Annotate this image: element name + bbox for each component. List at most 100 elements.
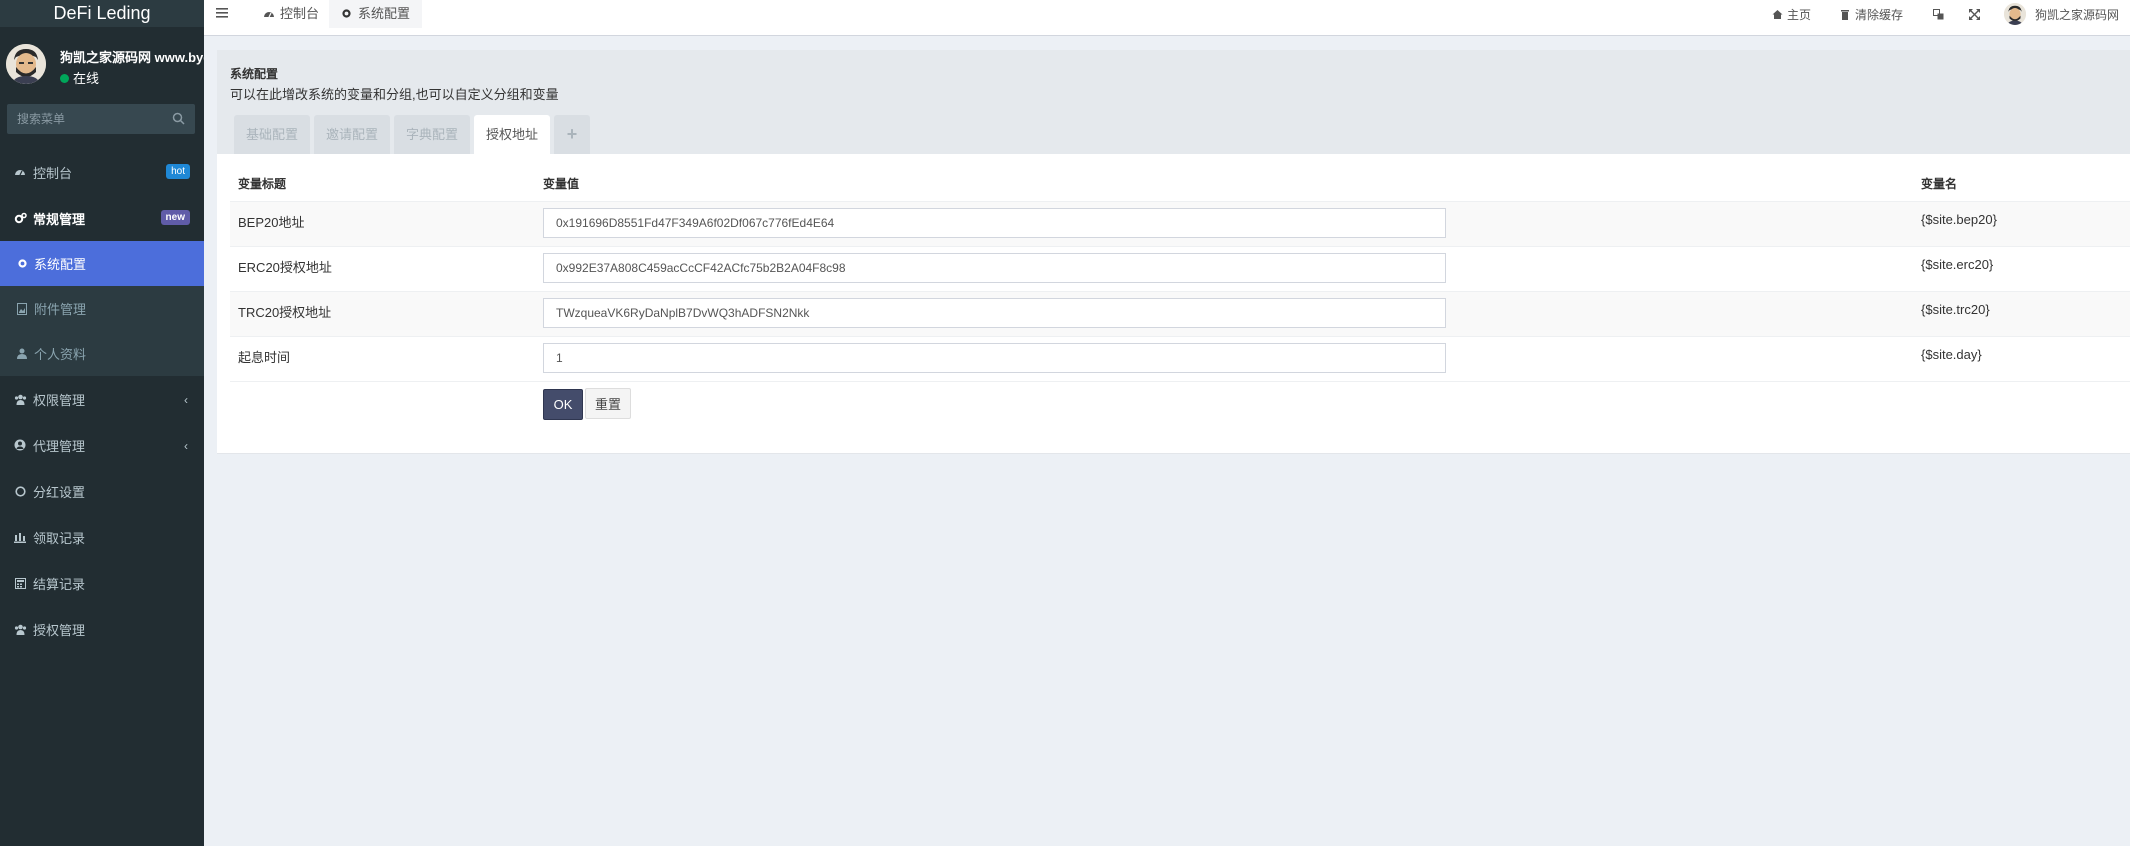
home-link[interactable]: 主页 bbox=[1772, 0, 1811, 28]
sidebar-item-attachments[interactable]: 附件管理 bbox=[0, 286, 204, 331]
sidebar-item-permissions[interactable]: 权限管理 ‹ bbox=[0, 376, 204, 422]
table-row: 起息时间 {$site.day} bbox=[230, 335, 2130, 381]
sidebar-item-label: 代理管理 bbox=[33, 438, 86, 454]
avatar bbox=[2004, 3, 2026, 25]
fullscreen-button[interactable] bbox=[1969, 0, 1984, 28]
ok-button[interactable]: OK bbox=[543, 388, 583, 420]
row-value-cell bbox=[535, 335, 1913, 381]
brand-logo[interactable]: DeFi Leding bbox=[0, 0, 204, 27]
hot-badge: hot bbox=[166, 164, 190, 179]
tab-invite-config[interactable]: 邀请配置 bbox=[314, 115, 391, 154]
user-circle-icon bbox=[13, 438, 27, 452]
tab-label: 控制台 bbox=[280, 6, 320, 21]
chevron-left-icon: ‹ bbox=[184, 393, 188, 407]
row-var-name: {$site.trc20} bbox=[1913, 290, 2130, 336]
sidebar-item-label: 结算记录 bbox=[33, 576, 86, 592]
config-tabs: 基础配置 邀请配置 字典配置 授权地址 + bbox=[234, 115, 594, 154]
tab-basic-config[interactable]: 基础配置 bbox=[234, 115, 311, 154]
group-icon bbox=[13, 622, 27, 636]
trash-icon bbox=[1840, 9, 1851, 20]
sidebar-item-label: 领取记录 bbox=[33, 530, 86, 546]
row-title: TRC20授权地址 bbox=[230, 290, 535, 336]
erc20-address-input[interactable] bbox=[543, 252, 1446, 283]
row-var-name: {$site.erc20} bbox=[1913, 245, 2130, 291]
calculator-icon bbox=[13, 576, 27, 590]
page-title: 系统配置 bbox=[230, 67, 279, 81]
tab-label: 系统配置 bbox=[358, 6, 411, 21]
home-icon bbox=[1772, 9, 1783, 20]
sidebar-item-label: 个人资料 bbox=[34, 347, 87, 362]
user-status: 在线 bbox=[60, 68, 99, 87]
trc20-address-input[interactable] bbox=[543, 297, 1446, 328]
button-row: OK 重置 bbox=[230, 380, 2130, 426]
tab-dictionary-config[interactable]: 字典配置 bbox=[394, 115, 471, 154]
dashboard-icon bbox=[13, 165, 27, 179]
sidebar-item-settlement-records[interactable]: 结算记录 bbox=[0, 560, 204, 606]
row-value-cell bbox=[535, 290, 1913, 336]
gear-icon bbox=[16, 258, 28, 270]
language-icon bbox=[1933, 8, 1944, 20]
bep20-address-input[interactable] bbox=[543, 207, 1446, 238]
user-menu[interactable]: 狗凯之家源码网 bbox=[2004, 0, 2119, 28]
table-row: ERC20授权地址 {$site.erc20} bbox=[230, 245, 2130, 291]
general-submenu: 系统配置 附件管理 个人资料 bbox=[0, 241, 204, 376]
avatar bbox=[6, 44, 46, 84]
user-panel: 狗凯之家源码网 www.bygo 在线 bbox=[0, 27, 204, 95]
config-panel: 变量标题 变量值 变量名 BEP20地址 {$site.bep20} ERC20… bbox=[217, 154, 2130, 454]
language-button[interactable] bbox=[1933, 0, 1948, 28]
row-title: 起息时间 bbox=[230, 335, 535, 381]
chevron-left-icon: ‹ bbox=[184, 439, 188, 453]
sidebar-item-general[interactable]: 常规管理 new bbox=[0, 195, 204, 241]
expand-icon bbox=[1969, 8, 1980, 20]
status-text: 在线 bbox=[73, 71, 100, 86]
row-value-cell bbox=[535, 245, 1913, 291]
column-header-title: 变量标题 bbox=[238, 177, 287, 192]
dashboard-icon bbox=[263, 8, 275, 20]
sidebar-item-profile[interactable]: 个人资料 bbox=[0, 331, 204, 376]
clear-cache-button[interactable]: 清除缓存 bbox=[1840, 0, 1903, 28]
circle-icon bbox=[13, 484, 27, 498]
search-icon[interactable] bbox=[172, 112, 185, 125]
clear-cache-label: 清除缓存 bbox=[1855, 7, 1904, 22]
row-title: BEP20地址 bbox=[230, 200, 535, 246]
row-title: ERC20授权地址 bbox=[230, 245, 535, 291]
page-description: 可以在此增改系统的变量和分组,也可以自定义分组和变量 bbox=[230, 87, 559, 102]
gear-icon bbox=[341, 8, 353, 20]
sidebar-item-label: 系统配置 bbox=[34, 257, 87, 272]
row-var-name: {$site.bep20} bbox=[1913, 200, 2130, 246]
sidebar-search bbox=[7, 104, 195, 134]
sidebar-item-authorization[interactable]: 授权管理 bbox=[0, 606, 204, 652]
sidebar-item-dividends[interactable]: 分红设置 bbox=[0, 468, 204, 514]
sidebar-item-agents[interactable]: 代理管理 ‹ bbox=[0, 422, 204, 468]
tab-dashboard[interactable]: 控制台 bbox=[251, 0, 331, 28]
file-image-icon bbox=[16, 302, 28, 315]
user-icon bbox=[16, 348, 28, 360]
sidebar-item-label: 授权管理 bbox=[33, 622, 86, 638]
table-row: BEP20地址 {$site.bep20} bbox=[230, 200, 2130, 246]
row-value-cell bbox=[535, 200, 1913, 246]
start-day-input[interactable] bbox=[543, 342, 1446, 373]
add-tab-button[interactable]: + bbox=[554, 115, 591, 154]
group-icon bbox=[13, 392, 27, 406]
online-dot-icon bbox=[60, 74, 69, 83]
new-badge: new bbox=[160, 210, 190, 225]
home-label: 主页 bbox=[1787, 7, 1812, 22]
sidebar-item-label: 权限管理 bbox=[33, 392, 86, 408]
sidebar-menu: 控制台 hot 常规管理 new 系统配置 附件管理 个人资料 权限管理 ‹ 代… bbox=[0, 149, 204, 652]
panel-heading: 系统配置 可以在此增改系统的变量和分组,也可以自定义分组和变量 基础配置 邀请配… bbox=[217, 50, 2130, 154]
sidebar-item-claim-records[interactable]: 领取记录 bbox=[0, 514, 204, 560]
user-name: 狗凯之家源码网 www.bygo bbox=[60, 50, 204, 65]
sidebar-item-label: 分红设置 bbox=[33, 484, 86, 500]
search-input[interactable] bbox=[7, 104, 167, 134]
row-var-name: {$site.day} bbox=[1913, 335, 2130, 381]
sidebar-item-system-config[interactable]: 系统配置 bbox=[0, 241, 204, 286]
bar-chart-icon bbox=[13, 530, 27, 544]
menu-toggle-icon[interactable] bbox=[216, 7, 230, 19]
config-table: 变量标题 变量值 变量名 BEP20地址 {$site.bep20} ERC20… bbox=[230, 167, 2130, 426]
reset-button[interactable]: 重置 bbox=[585, 387, 631, 419]
tab-auth-address[interactable]: 授权地址 bbox=[474, 115, 551, 154]
nav-user-name: 狗凯之家源码网 bbox=[2035, 7, 2120, 22]
sidebar-item-label: 附件管理 bbox=[34, 302, 87, 317]
tab-system-config[interactable]: 系统配置 bbox=[329, 0, 423, 28]
sidebar-item-dashboard[interactable]: 控制台 hot bbox=[0, 149, 204, 195]
